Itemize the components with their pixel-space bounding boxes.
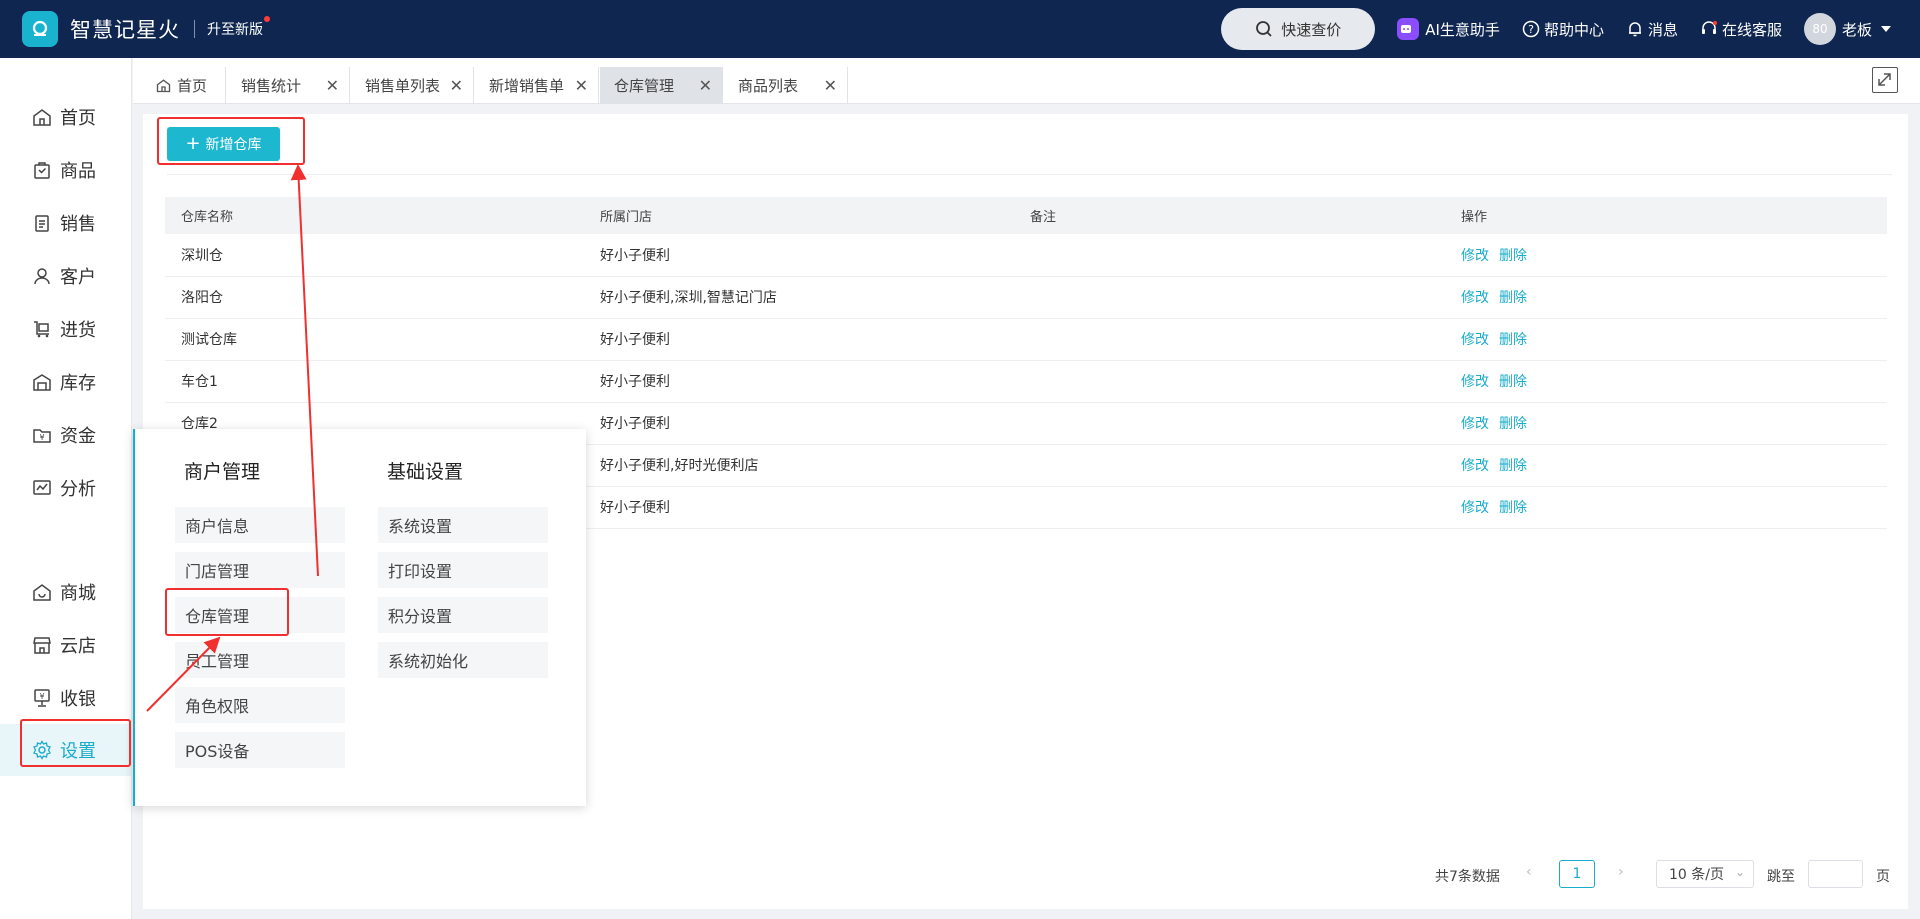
arrow-to-warehouse-item: [146, 636, 221, 712]
arrow-to-add-button: [290, 164, 319, 577]
annotation-arrows: [146, 164, 319, 712]
